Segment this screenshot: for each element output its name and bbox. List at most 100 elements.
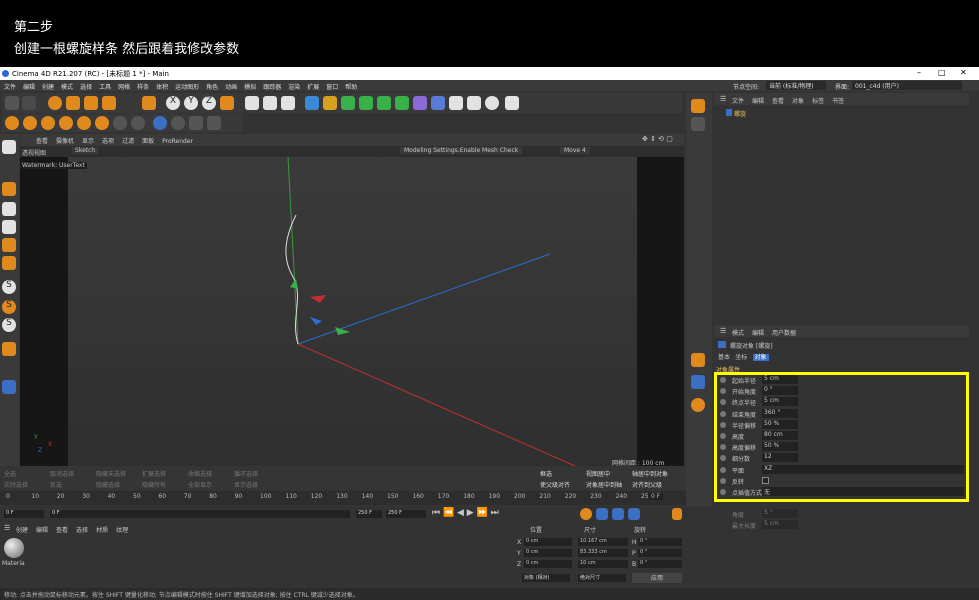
- point-mode-icon[interactable]: [41, 116, 55, 130]
- command-button[interactable]: 反选: [50, 480, 62, 489]
- menu-item[interactable]: 创建: [42, 82, 54, 91]
- command-button[interactable]: 轴居中到对象: [632, 469, 668, 478]
- keyframe-move-icon[interactable]: [596, 508, 608, 520]
- menu-item[interactable]: 跟踪器: [263, 82, 281, 91]
- texture-mode-icon[interactable]: [23, 116, 37, 130]
- command-button[interactable]: 对齐到父级: [632, 480, 662, 489]
- subdivision-icon[interactable]: [341, 96, 355, 110]
- object-manager-menu-item[interactable]: 文件: [732, 96, 744, 105]
- coordinate-system-icon[interactable]: [220, 96, 234, 110]
- command-button[interactable]: 框选: [540, 469, 552, 478]
- tab-basic[interactable]: 基本: [718, 354, 730, 361]
- menu-item[interactable]: 扩展: [307, 82, 319, 91]
- keyframe-scale-icon[interactable]: [612, 508, 624, 520]
- attribute-menu-item[interactable]: 模式: [732, 328, 744, 337]
- coord-position-field[interactable]: 0 cm: [524, 538, 572, 546]
- coord-size-field[interactable]: 83.333 cm: [578, 549, 628, 557]
- material-menu-item[interactable]: 选择: [76, 525, 88, 534]
- install-icon[interactable]: [505, 96, 519, 110]
- timeline[interactable]: 0 10 20 30 40 50 60 70 80 90 100 110 120 130 140 150 160…: [0, 491, 686, 505]
- material-menu-item[interactable]: 创建: [16, 525, 28, 534]
- snap-icon[interactable]: [153, 116, 167, 130]
- layer-icon[interactable]: [2, 380, 16, 394]
- object-manager-menu-item[interactable]: 书签: [832, 96, 844, 105]
- edge-tool-icon[interactable]: [2, 220, 16, 234]
- rc-tool-4-icon[interactable]: [691, 375, 705, 389]
- command-button[interactable]: 对象居中到轴: [586, 480, 622, 489]
- coord-rotation-field[interactable]: 0 °: [638, 549, 682, 557]
- transport-buttons[interactable]: ⏮ ⏪ ◀ ▶ ⏩ ⏭: [432, 508, 499, 518]
- viewport-menu-item[interactable]: 过滤: [122, 136, 134, 145]
- object-manager-menu-item[interactable]: 查看: [772, 96, 784, 105]
- z-axis-lock-icon[interactable]: Z: [202, 96, 216, 110]
- menu-item[interactable]: 网格: [118, 82, 130, 91]
- command-button[interactable]: 全选: [4, 469, 16, 478]
- menu-item[interactable]: 窗口: [326, 82, 338, 91]
- undo-icon[interactable]: [5, 96, 19, 110]
- move-tool-icon[interactable]: [66, 96, 80, 110]
- command-button[interactable]: 隐藏所有: [142, 480, 166, 489]
- material-menu-item[interactable]: 材质: [96, 525, 108, 534]
- record-icon[interactable]: [580, 508, 592, 520]
- menu-item[interactable]: 文件: [4, 82, 16, 91]
- corner-tool-icon[interactable]: [2, 256, 16, 270]
- command-button[interactable]: 隐藏未选择: [96, 469, 126, 478]
- timeline-menu-icon[interactable]: [672, 508, 682, 520]
- menu-item[interactable]: 工具: [99, 82, 111, 91]
- viewport-menu-item[interactable]: 面板: [142, 136, 154, 145]
- menu-item[interactable]: 体积: [156, 82, 168, 91]
- x-axis-lock-icon[interactable]: X: [166, 96, 180, 110]
- material-name[interactable]: Materia: [2, 560, 25, 567]
- rc-tool-5-icon[interactable]: [691, 398, 705, 412]
- render-view-icon[interactable]: [245, 96, 259, 110]
- cube-icon[interactable]: [305, 96, 319, 110]
- uv-mode-icon[interactable]: [95, 116, 109, 130]
- object-manager-menu-item[interactable]: 对象: [792, 96, 804, 105]
- viewport-menu-item[interactable]: 摄像机: [56, 136, 74, 145]
- command-button[interactable]: 扩展选择: [142, 469, 166, 478]
- rotate-tool-icon[interactable]: [102, 96, 116, 110]
- viewport-menu-item[interactable]: 选项: [102, 136, 114, 145]
- keyframe-rotate-icon[interactable]: [628, 508, 640, 520]
- menu-item[interactable]: 渲染: [288, 82, 300, 91]
- point-tool-icon[interactable]: [2, 238, 16, 252]
- apply-button[interactable]: 应用: [632, 573, 682, 583]
- coord-rotation-field[interactable]: 0 °: [638, 538, 682, 546]
- attribute-menu-item[interactable]: 用户数据: [772, 328, 796, 337]
- menu-item[interactable]: 编辑: [23, 82, 35, 91]
- command-button[interactable]: 视图居中: [586, 469, 610, 478]
- coord-mode-select[interactable]: 对象 (相对): [522, 574, 570, 582]
- maximize-button[interactable]: □: [938, 68, 946, 77]
- select-tool-icon[interactable]: [48, 96, 62, 110]
- polygon-tool-icon[interactable]: [2, 202, 16, 216]
- snapping-s-icon[interactable]: S: [2, 280, 16, 294]
- menu-item[interactable]: 模式: [61, 82, 73, 91]
- viewport-menu-item[interactable]: 显示: [82, 136, 94, 145]
- command-button[interactable]: 隐藏选择: [96, 480, 120, 489]
- pen-spline-icon[interactable]: [323, 96, 337, 110]
- material-menu-item[interactable]: 编辑: [36, 525, 48, 534]
- menu-item[interactable]: 模拟: [244, 82, 256, 91]
- menu-item[interactable]: 动画: [225, 82, 237, 91]
- menu-item[interactable]: 运动图形: [175, 82, 199, 91]
- menu-item[interactable]: 角色: [206, 82, 218, 91]
- minimize-button[interactable]: –: [917, 68, 921, 77]
- floor-icon[interactable]: [449, 96, 463, 110]
- panel-menu-icon[interactable]: ☰: [720, 95, 726, 103]
- mograph-icon[interactable]: [395, 96, 409, 110]
- viewport-menu-item[interactable]: ProRender: [162, 138, 193, 145]
- max-frame-field[interactable]: 250 F: [386, 510, 426, 518]
- menu-item[interactable]: 选择: [80, 82, 92, 91]
- model-mode-icon[interactable]: [5, 116, 19, 130]
- menu-item[interactable]: 样条: [137, 82, 149, 91]
- command-button[interactable]: 实时选择: [4, 480, 28, 489]
- timeline-current-frame[interactable]: 0 F: [648, 493, 664, 500]
- object-row-helix[interactable]: 螺旋: [718, 109, 966, 118]
- cloner-icon[interactable]: [377, 96, 391, 110]
- extrude-icon[interactable]: [359, 96, 373, 110]
- material-menu-item[interactable]: 纹理: [116, 525, 128, 534]
- command-button[interactable]: 使父级对齐: [540, 480, 570, 489]
- axis-mode-icon[interactable]: [113, 116, 127, 130]
- coord-position-field[interactable]: 0 cm: [524, 560, 572, 568]
- magnet-icon[interactable]: [2, 342, 16, 356]
